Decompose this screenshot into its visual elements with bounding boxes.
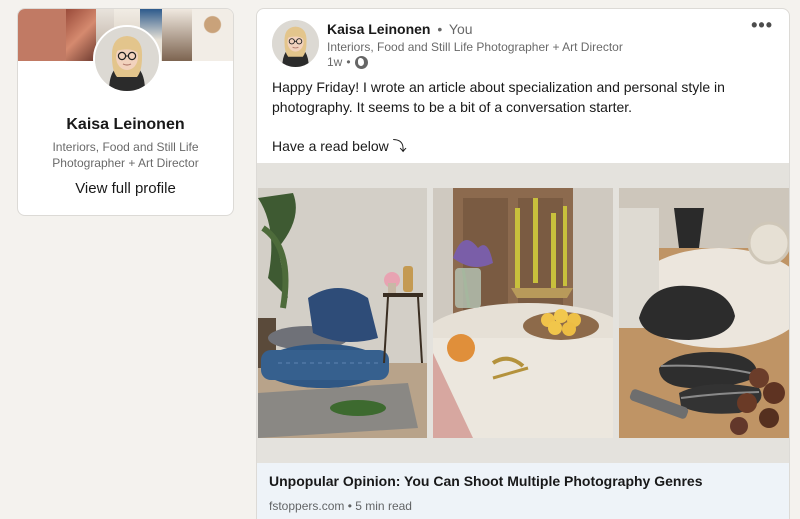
link-preview-image[interactable] — [257, 163, 789, 463]
post-meta: 1w • — [327, 55, 368, 69]
link-title[interactable]: Unpopular Opinion: You Can Shoot Multipl… — [269, 473, 702, 489]
post-author-avatar[interactable] — [272, 20, 319, 67]
view-full-profile-link[interactable]: View full profile — [18, 180, 233, 197]
post-author-name[interactable]: Kaisa Leinonen — [327, 21, 430, 37]
profile-avatar[interactable] — [93, 25, 161, 93]
post-text-paragraph: Happy Friday! I wrote an article about s… — [272, 79, 725, 115]
link-preview-footer[interactable]: Unpopular Opinion: You Can Shoot Multipl… — [257, 463, 789, 519]
more-options-button[interactable]: ••• — [751, 15, 773, 36]
link-read-time: 5 min read — [355, 499, 412, 513]
feed-post: Kaisa Leinonen • You Interiors, Food and… — [256, 8, 790, 519]
link-meta: fstoppers.com • 5 min read — [269, 499, 412, 513]
post-author-line: Kaisa Leinonen • You — [327, 21, 473, 37]
post-text-paragraph: Have a read below ⤵︎ — [272, 137, 407, 154]
link-meta-separator: • — [347, 499, 352, 513]
preview-photo-table-candles — [433, 188, 613, 438]
post-author-relation: You — [448, 21, 473, 37]
globe-icon — [354, 55, 368, 69]
profile-headline: Interiors, Food and Still Life Photograp… — [52, 140, 199, 170]
profile-card: Kaisa Leinonen Interiors, Food and Still… — [17, 8, 234, 216]
relation-separator: • — [437, 21, 443, 37]
link-source: fstoppers.com — [269, 499, 345, 513]
preview-photo-living-room — [258, 188, 427, 438]
profile-name[interactable]: Kaisa Leinonen — [18, 116, 233, 134]
post-text: Happy Friday! I wrote an article about s… — [272, 78, 772, 156]
meta-separator: • — [346, 55, 351, 69]
preview-photo-charcoal-bread — [619, 188, 789, 438]
post-author-headline: Interiors, Food and Still Life Photograp… — [327, 40, 623, 54]
post-time: 1w — [327, 55, 343, 69]
